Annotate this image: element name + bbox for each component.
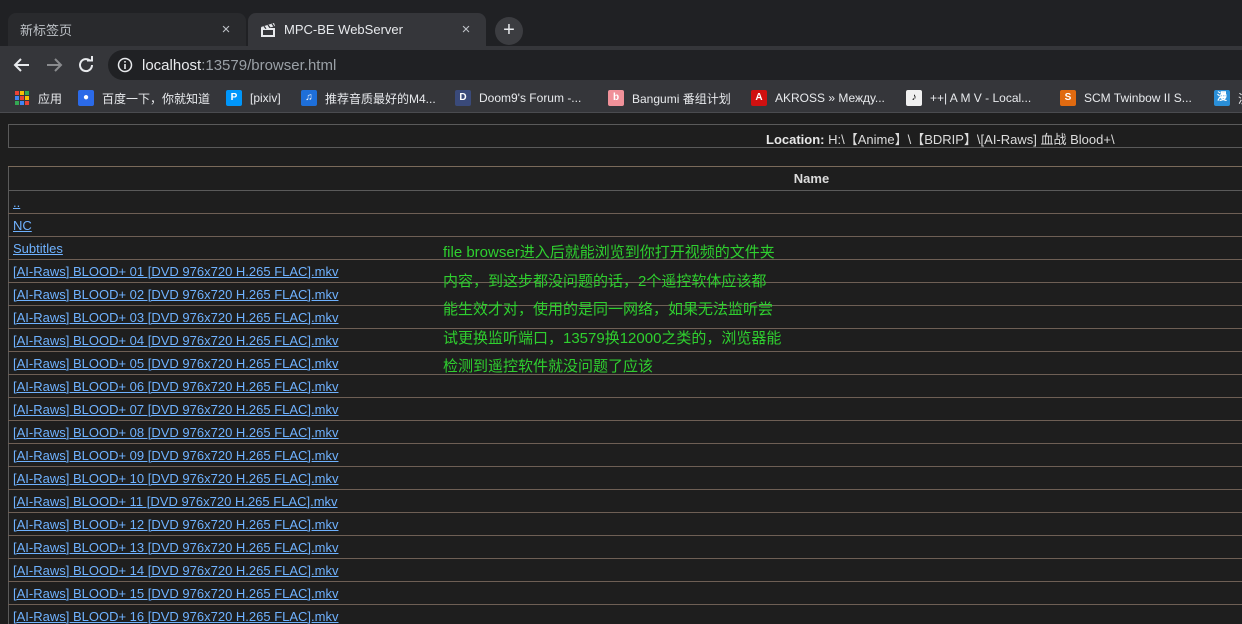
table-row: [AI-Raws] BLOOD+ 14 [DVD 976x720 H.265 F…	[8, 558, 1242, 582]
bookmark-label: 推荐音质最好的M4...	[325, 91, 436, 106]
table-row: [AI-Raws] BLOOD+ 10 [DVD 976x720 H.265 F…	[8, 466, 1242, 490]
file-link[interactable]: [AI-Raws] BLOOD+ 02 [DVD 976x720 H.265 F…	[13, 287, 339, 302]
info-icon[interactable]	[117, 57, 133, 73]
bookmark-label: [pixiv]	[250, 91, 281, 105]
file-link[interactable]: [AI-Raws] BLOOD+ 12 [DVD 976x720 H.265 F…	[13, 517, 339, 532]
browser-toolbar: localhost:13579/browser.html	[0, 46, 1242, 84]
table-row: [AI-Raws] BLOOD+ 16 [DVD 976x720 H.265 F…	[8, 604, 1242, 624]
amv-icon: ♪	[906, 90, 922, 106]
file-link[interactable]: [AI-Raws] BLOOD+ 11 [DVD 976x720 H.265 F…	[13, 494, 338, 509]
bookmark-label: SCM Twinbow II S...	[1084, 91, 1192, 105]
bookmark-label: 百度一下，你就知道	[102, 91, 211, 106]
bookmark-label: ++| A M V - Local...	[930, 91, 1032, 105]
close-icon[interactable]: ×	[218, 21, 234, 38]
bookmark-label: 应用	[38, 91, 63, 106]
page-content: Location: H:\【Anime】\【BDRIP】\[AI-Raws] 血…	[0, 113, 1242, 624]
bookmark-doom9[interactable]: D Doom9's Forum -...	[455, 89, 581, 107]
file-link[interactable]: [AI-Raws] BLOOD+ 16 [DVD 976x720 H.265 F…	[13, 609, 339, 624]
doom9-icon: D	[455, 90, 471, 106]
bookmark-label: AKROSS » Между...	[775, 91, 885, 105]
file-link[interactable]: [AI-Raws] BLOOD+ 06 [DVD 976x720 H.265 F…	[13, 379, 339, 394]
tab-mpc-be-webserver[interactable]: MPC-BE WebServer ×	[248, 13, 486, 46]
annotation-line: 内容，到这步都没问题的话，2个遥控软体应该都	[443, 272, 767, 290]
reload-icon[interactable]	[76, 55, 96, 75]
column-header-name[interactable]: Name	[8, 166, 1242, 191]
table-row: [AI-Raws] BLOOD+ 15 [DVD 976x720 H.265 F…	[8, 581, 1242, 605]
back-arrow-icon[interactable]	[12, 55, 32, 75]
bookmark-label: 漫	[1238, 90, 1242, 107]
url-text: localhost:13579/browser.html	[142, 57, 336, 74]
annotation-line: 检测到遥控软件就没问题了应该	[443, 358, 654, 375]
table-row: [AI-Raws] BLOOD+ 13 [DVD 976x720 H.265 F…	[8, 535, 1242, 559]
file-link[interactable]: [AI-Raws] BLOOD+ 05 [DVD 976x720 H.265 F…	[13, 356, 339, 371]
file-table: Name .. NC Subtitles [AI-Raws] BLOOD+ 01…	[8, 166, 1242, 624]
url-host: localhost	[142, 56, 202, 74]
table-row: [AI-Raws] BLOOD+ 08 [DVD 976x720 H.265 F…	[8, 420, 1242, 444]
clapperboard-icon	[261, 22, 275, 37]
address-bar[interactable]: localhost:13579/browser.html	[108, 50, 1242, 80]
bangumi-icon: b	[608, 90, 624, 106]
bookmark-music[interactable]: ♫ 推荐音质最好的M4...	[301, 89, 436, 107]
file-link[interactable]: ..	[13, 195, 20, 210]
bookmark-label: Bangumi 番组计划	[632, 91, 731, 106]
bookmark-pixiv[interactable]: P [pixiv]	[226, 89, 281, 107]
table-row: [AI-Raws] BLOOD+ 12 [DVD 976x720 H.265 F…	[8, 512, 1242, 536]
bookmark-amv[interactable]: ♪ ++| A M V - Local...	[906, 89, 1031, 107]
file-link[interactable]: [AI-Raws] BLOOD+ 14 [DVD 976x720 H.265 F…	[13, 563, 339, 578]
bookmark-bangumi[interactable]: b Bangumi 番组计划	[608, 89, 731, 107]
file-link[interactable]: [AI-Raws] BLOOD+ 04 [DVD 976x720 H.265 F…	[13, 333, 339, 348]
table-header-row: Name	[8, 166, 1242, 191]
scm-icon: S	[1060, 90, 1076, 106]
pixiv-icon: P	[226, 90, 242, 106]
file-link[interactable]: NC	[13, 218, 32, 233]
bookmark-scm[interactable]: S SCM Twinbow II S...	[1060, 89, 1192, 107]
tab-new-tab[interactable]: 新标签页 ×	[8, 13, 246, 46]
baidu-paw-icon: ●	[78, 90, 94, 106]
tab-title: 新标签页	[20, 23, 73, 38]
file-link[interactable]: [AI-Raws] BLOOD+ 08 [DVD 976x720 H.265 F…	[13, 425, 339, 440]
table-row: ..	[8, 190, 1242, 214]
bookmark-akross[interactable]: A AKROSS » Между...	[751, 89, 885, 107]
close-icon[interactable]: ×	[458, 21, 474, 38]
location-label: Location:	[766, 132, 825, 147]
table-row: [AI-Raws] BLOOD+ 07 [DVD 976x720 H.265 F…	[8, 397, 1242, 421]
bookmark-manga[interactable]: 漫 漫	[1214, 89, 1242, 107]
annotation-line: 试更换监听端口，13579换12000之类的，浏览器能	[443, 329, 782, 347]
location-path: H:\【Anime】\【BDRIP】\[AI-Raws] 血战 Blood+\	[828, 132, 1115, 147]
apps-grid-icon	[15, 91, 29, 105]
file-link[interactable]: [AI-Raws] BLOOD+ 15 [DVD 976x720 H.265 F…	[13, 586, 339, 601]
annotation-line: file browser进入后就能浏览到你打开视频的文件夹	[443, 244, 775, 261]
table-row: [AI-Raws] BLOOD+ 09 [DVD 976x720 H.265 F…	[8, 443, 1242, 467]
url-path: :13579/browser.html	[201, 56, 337, 74]
file-link[interactable]: [AI-Raws] BLOOD+ 09 [DVD 976x720 H.265 F…	[13, 448, 339, 463]
file-link[interactable]: [AI-Raws] BLOOD+ 10 [DVD 976x720 H.265 F…	[13, 471, 339, 486]
annotation-line: 能生效才对，使用的是同一网络，如果无法监听尝	[443, 301, 774, 318]
manga-icon: 漫	[1214, 90, 1230, 106]
bookmark-apps[interactable]: 应用	[14, 89, 62, 107]
annotation-note: file browser进入后就能浏览到你打开视频的文件夹 内容，到这步都没问题…	[443, 239, 823, 382]
location-text: Location: H:\【Anime】\【BDRIP】\[AI-Raws] 血…	[766, 129, 1115, 148]
tab-strip: 新标签页 × MPC-BE WebServer × +	[0, 0, 1242, 46]
location-bar: Location: H:\【Anime】\【BDRIP】\[AI-Raws] 血…	[8, 124, 1242, 148]
new-tab-button[interactable]: +	[495, 17, 523, 45]
bookmark-label: Doom9's Forum -...	[479, 91, 582, 105]
bookmark-baidu[interactable]: ● 百度一下，你就知道	[78, 89, 210, 107]
file-link[interactable]: [AI-Raws] BLOOD+ 03 [DVD 976x720 H.265 F…	[13, 310, 339, 325]
file-link[interactable]: [AI-Raws] BLOOD+ 07 [DVD 976x720 H.265 F…	[13, 402, 339, 417]
file-link[interactable]: Subtitles	[13, 241, 63, 256]
file-link[interactable]: [AI-Raws] BLOOD+ 01 [DVD 976x720 H.265 F…	[13, 264, 339, 279]
file-link[interactable]: [AI-Raws] BLOOD+ 13 [DVD 976x720 H.265 F…	[13, 540, 339, 555]
bookmarks-bar: 应用 ● 百度一下，你就知道 P [pixiv] ♫ 推荐音质最好的M4... …	[0, 84, 1242, 113]
table-row: [AI-Raws] BLOOD+ 11 [DVD 976x720 H.265 F…	[8, 489, 1242, 513]
tab-title: MPC-BE WebServer	[284, 22, 403, 37]
table-row: NC	[8, 213, 1242, 237]
akross-icon: A	[751, 90, 767, 106]
music-icon: ♫	[301, 90, 317, 106]
forward-arrow-icon[interactable]	[44, 55, 64, 75]
